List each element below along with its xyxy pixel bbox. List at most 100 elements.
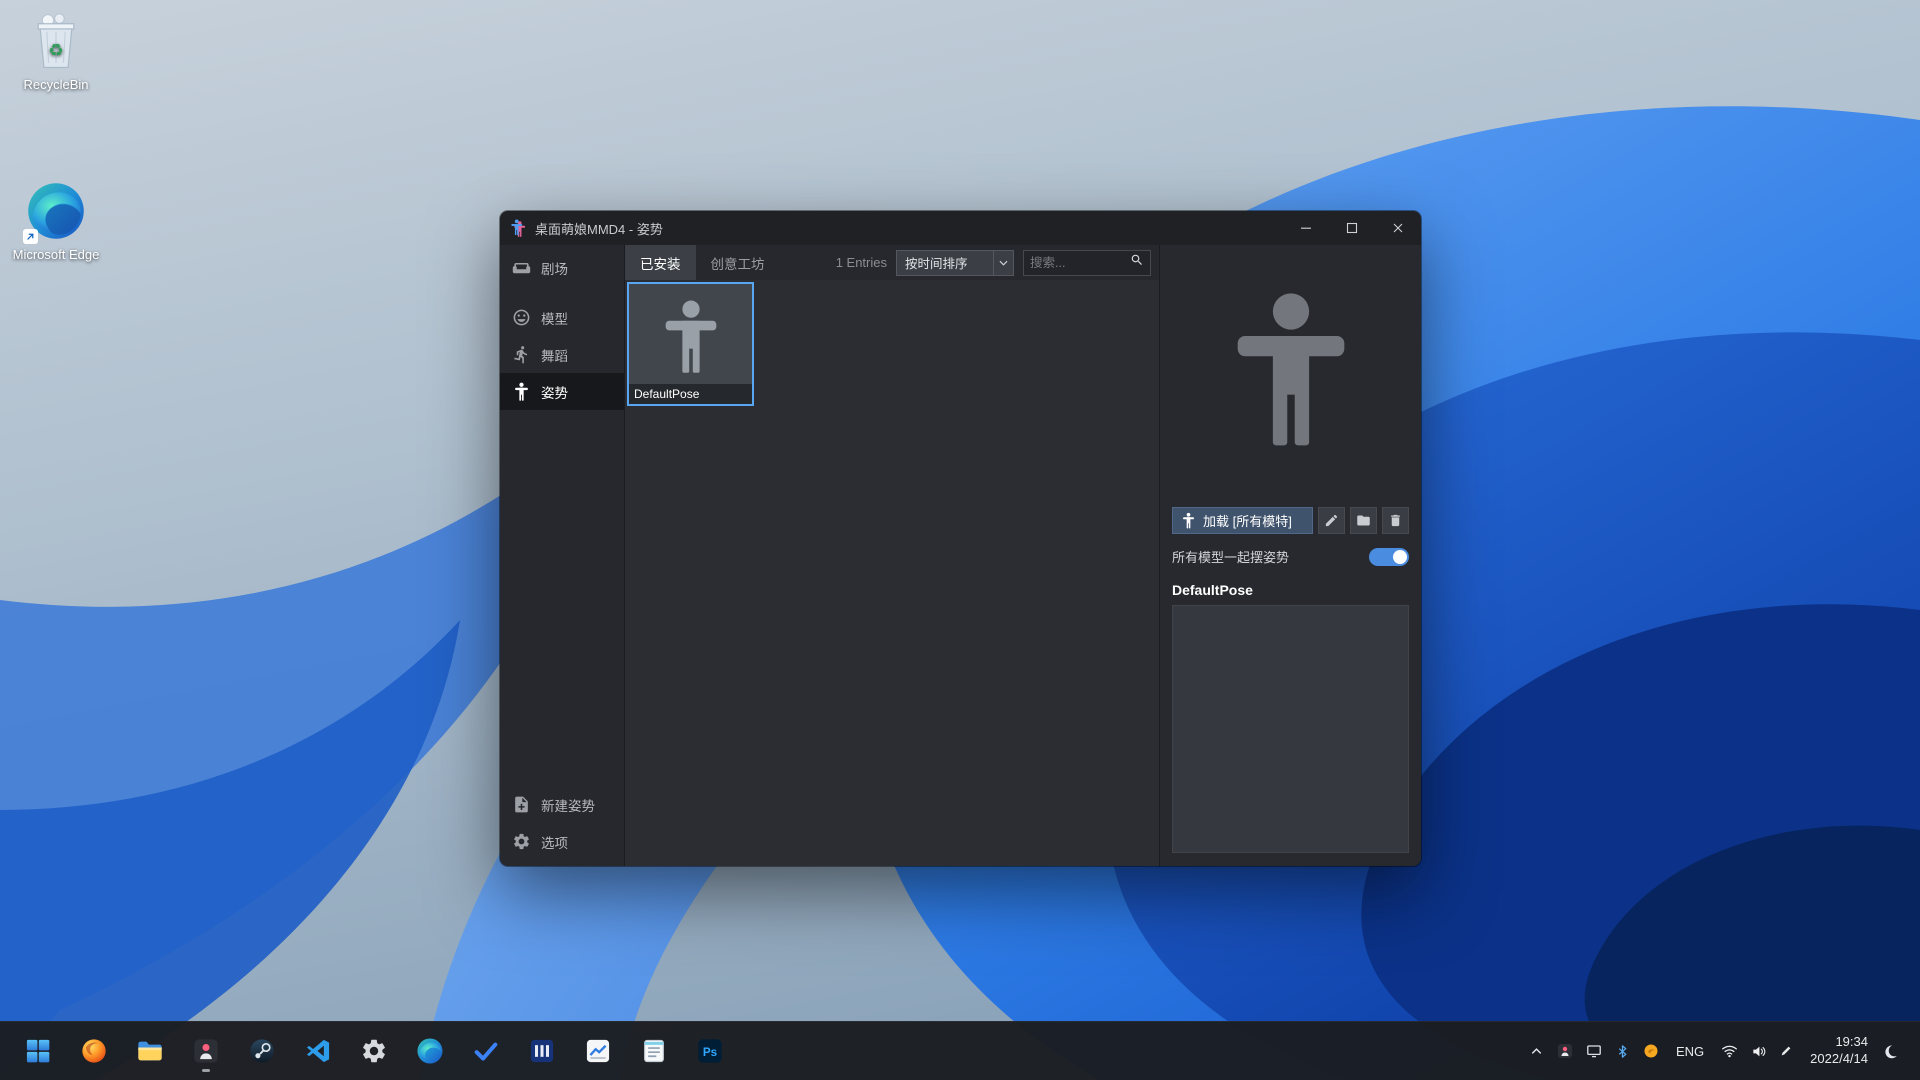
clock-time: 19:34 — [1835, 1034, 1868, 1050]
sort-dropdown[interactable]: 按时间排序 — [896, 249, 1014, 276]
search-box — [1023, 249, 1151, 276]
edge-icon — [416, 1038, 443, 1064]
desktop-icon-recycle-bin[interactable]: ♻ RecycleBin — [6, 10, 106, 92]
all-models-pose-toggle[interactable] — [1369, 547, 1409, 566]
sidebar-item-label: 选项 — [541, 835, 568, 851]
shortcut-arrow-icon — [23, 229, 38, 244]
trash-icon — [1391, 514, 1400, 527]
minimize-button[interactable] — [1283, 211, 1329, 245]
sidebar-item-label: 舞蹈 — [541, 348, 568, 364]
volume-icon[interactable] — [1751, 1044, 1766, 1059]
columns-icon — [530, 1039, 553, 1063]
taskbar-settings-button[interactable] — [350, 1028, 397, 1075]
mmd-app-icon — [193, 1039, 218, 1063]
language-indicator[interactable]: ENG — [1676, 1044, 1704, 1059]
recycle-bin-icon: ♻ — [25, 10, 87, 72]
edit-pose-button[interactable] — [1318, 507, 1345, 534]
tray-display-icon[interactable] — [1586, 1043, 1602, 1059]
load-button-label: 加载 [所有模特] — [1203, 514, 1292, 529]
tab-label: 创意工坊 — [710, 256, 765, 272]
pencil-icon — [1325, 514, 1338, 527]
sidebar-item-label: 剧场 — [541, 262, 568, 277]
taskbar-clock[interactable]: 19:34 2022/4/14 — [1810, 1034, 1868, 1068]
sidebar-item-label: 模型 — [541, 311, 568, 327]
sidebar-item-label: 新建姿势 — [541, 798, 595, 814]
pose-preview — [1172, 245, 1409, 491]
pose-card-label: DefaultPose — [629, 384, 752, 404]
system-tray: ENG 19:34 2022/4/14 — [1529, 1034, 1910, 1068]
wifi-icon[interactable] — [1721, 1044, 1738, 1058]
notepad-icon — [643, 1039, 664, 1063]
clock-date: 2022/4/14 — [1810, 1051, 1868, 1066]
chevron-down-icon — [993, 250, 1013, 275]
taskbar-firefox-button[interactable] — [70, 1028, 117, 1075]
theater-icon — [512, 259, 531, 278]
pose-card-defaultpose[interactable]: DefaultPose — [627, 282, 754, 406]
search-icon — [1130, 253, 1144, 272]
start-button[interactable] — [14, 1028, 61, 1075]
taskbar-file-explorer-button[interactable] — [126, 1028, 173, 1075]
detail-panel: 加载 [所有模特] 所有模型一起摆姿势 DefaultPose — [1160, 245, 1421, 866]
sidebar-item-pose[interactable]: 姿势 — [500, 373, 624, 410]
taskbar-task-monitor-button[interactable] — [574, 1028, 621, 1075]
pose-grid: DefaultPose — [625, 280, 1159, 866]
taskbar-todo-button[interactable] — [462, 1028, 509, 1075]
gear-icon — [362, 1039, 385, 1063]
pose-properties-panel — [1172, 605, 1409, 853]
main-content: 已安装 创意工坊 1 Entries 按时间排序 搜索... DefaultPo… — [624, 245, 1160, 866]
search-input[interactable] — [1030, 255, 1130, 270]
delete-pose-button[interactable] — [1382, 507, 1409, 534]
taskbar-edge-button[interactable] — [406, 1028, 453, 1075]
tpose-person-icon — [1183, 512, 1194, 529]
sidebar-item-model[interactable]: 模型 — [500, 299, 624, 336]
sort-dropdown-value: 按时间排序 — [905, 257, 968, 271]
close-button[interactable] — [1375, 211, 1421, 245]
pose-icon — [512, 382, 531, 401]
taskbar-apps: Ps — [10, 1028, 733, 1075]
new-pose-icon — [512, 795, 531, 814]
firefox-icon — [81, 1039, 106, 1063]
gear-icon — [512, 832, 531, 851]
tab-label: 已安装 — [640, 256, 681, 272]
desktop-icon-label: Microsoft Edge — [12, 247, 100, 262]
svg-text:♻: ♻ — [48, 40, 63, 60]
pen-icon[interactable] — [1779, 1044, 1793, 1058]
window-title: 桌面萌娘MMD4 - 姿势 — [535, 221, 663, 237]
taskbar: Ps ENG 19:34 2022/4/14 — [0, 1021, 1920, 1080]
sidebar-item-theater[interactable]: 剧场 — [500, 247, 624, 289]
tab-installed[interactable]: 已安装 — [625, 245, 696, 280]
taskbar-photoshop-button[interactable]: Ps — [686, 1028, 733, 1075]
windows-logo-icon — [26, 1039, 49, 1063]
taskbar-apps-grid-button[interactable] — [518, 1028, 565, 1075]
file-explorer-icon — [137, 1041, 162, 1061]
sidebar-item-new-pose[interactable]: 新建姿势 — [500, 786, 624, 823]
app-logo-icon — [511, 218, 526, 237]
sidebar-item-options[interactable]: 选项 — [500, 823, 624, 860]
tray-mmd-icon[interactable] — [1557, 1043, 1573, 1059]
window-titlebar[interactable]: 桌面萌娘MMD4 - 姿势 — [500, 211, 1421, 245]
taskbar-vscode-button[interactable] — [294, 1028, 341, 1075]
folder-icon — [1357, 515, 1370, 526]
taskbar-notepad-button[interactable] — [630, 1028, 677, 1075]
tray-chevron-up-icon[interactable] — [1529, 1044, 1544, 1059]
svg-text:Ps: Ps — [702, 1046, 716, 1059]
minimize-icon — [1301, 227, 1311, 229]
tray-bluetooth-icon[interactable] — [1615, 1044, 1630, 1059]
sidebar-item-dance[interactable]: 舞蹈 — [500, 336, 624, 373]
tab-workshop[interactable]: 创意工坊 — [696, 245, 780, 280]
edge-logo-icon — [23, 180, 87, 244]
load-all-models-button[interactable]: 加载 [所有模特] — [1172, 507, 1313, 534]
maximize-button[interactable] — [1329, 211, 1375, 245]
desktop-icon-label: RecycleBin — [23, 77, 89, 92]
taskbar-mmd-app-button[interactable] — [182, 1028, 229, 1075]
toggle-knob — [1393, 549, 1407, 564]
selected-pose-name: DefaultPose — [1172, 582, 1253, 598]
desktop-icon-microsoft-edge[interactable]: Microsoft Edge — [6, 180, 106, 262]
chart-icon — [586, 1039, 609, 1063]
tpose-person-icon — [1237, 293, 1344, 446]
tray-security-icon[interactable] — [1643, 1043, 1659, 1059]
moon-icon[interactable] — [1881, 1043, 1898, 1060]
taskbar-steam-button[interactable] — [238, 1028, 285, 1075]
open-folder-button[interactable] — [1350, 507, 1377, 534]
